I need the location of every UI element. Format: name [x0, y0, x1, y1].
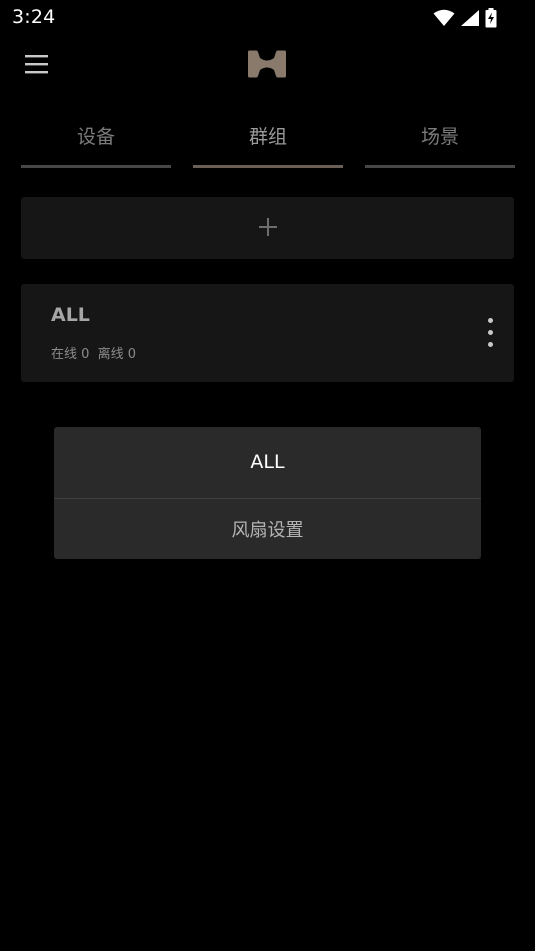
more-options-button[interactable]	[481, 316, 501, 350]
tab-devices-indicator	[21, 165, 171, 168]
brand-logo-icon	[248, 50, 286, 78]
tab-groups-indicator	[193, 165, 343, 168]
screen: 3:24 设备 群组 场景 ALL 在线 0 离线 0 ALL 风扇设置	[0, 0, 535, 951]
popup-item-fan-settings-label: 风扇设置	[231, 520, 304, 541]
tab-bar: 设备 群组 场景	[0, 104, 535, 170]
wifi-icon	[433, 9, 455, 26]
status-bar: 3:24	[0, 0, 535, 36]
tab-scenes-label: 场景	[420, 126, 459, 148]
tab-scenes[interactable]: 场景	[365, 104, 515, 170]
popup-menu: ALL 风扇设置	[54, 427, 481, 559]
tab-scenes-indicator	[365, 165, 515, 168]
add-group-button[interactable]	[21, 197, 514, 259]
group-status: 在线 0 离线 0	[51, 347, 137, 362]
popup-title-label: ALL	[250, 451, 285, 473]
tab-devices-label: 设备	[76, 126, 115, 148]
hamburger-menu-icon	[25, 55, 48, 74]
status-icons	[433, 7, 497, 29]
battery-charging-icon	[485, 8, 497, 28]
tab-groups-label: 群组	[248, 126, 287, 148]
more-vertical-icon-dot	[488, 330, 493, 335]
more-vertical-icon	[488, 318, 493, 323]
signal-icon	[461, 10, 479, 26]
popup-title: ALL	[54, 427, 481, 493]
status-time: 3:24	[12, 6, 56, 28]
popup-item-fan-settings[interactable]: 风扇设置	[54, 499, 481, 565]
plus-icon	[259, 218, 277, 236]
app-bar	[0, 36, 535, 96]
group-name: ALL	[51, 304, 90, 326]
tab-groups[interactable]: 群组	[193, 104, 343, 170]
more-vertical-icon-dot	[488, 342, 493, 347]
menu-button[interactable]	[20, 50, 52, 78]
group-card[interactable]: ALL 在线 0 离线 0	[21, 284, 514, 382]
tab-devices[interactable]: 设备	[21, 104, 171, 170]
brand-logo	[246, 50, 288, 78]
